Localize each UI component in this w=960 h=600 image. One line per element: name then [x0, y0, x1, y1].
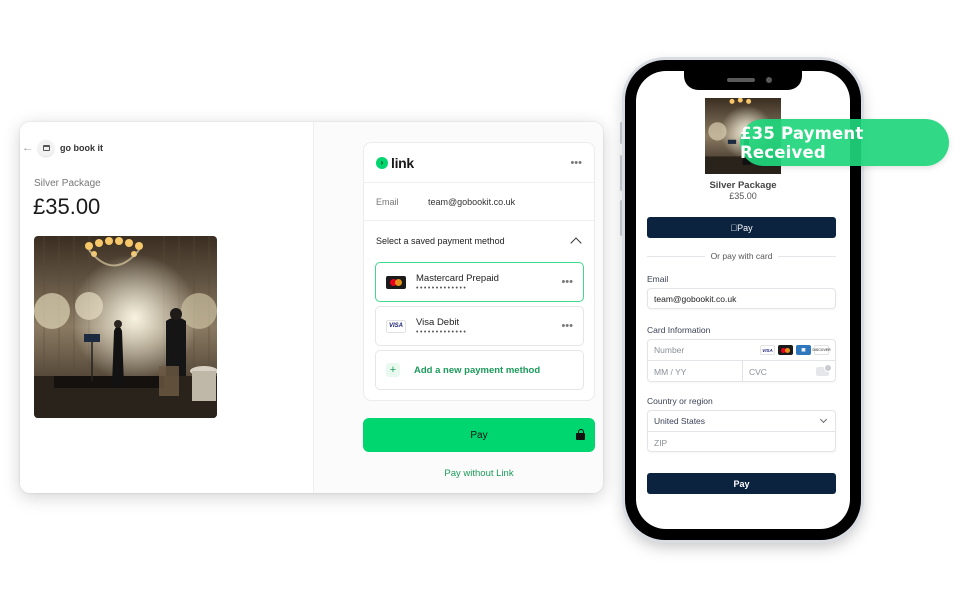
email-label: Email [376, 196, 399, 207]
phone-mute-switch [620, 122, 623, 144]
payment-received-badge: £35 Payment Received [740, 119, 949, 166]
email-value: team@gobookit.co.uk [428, 196, 516, 207]
mastercard-icon [778, 345, 793, 355]
address-group: United States ZIP [647, 410, 836, 452]
discover-icon: DISCOVER [812, 345, 831, 355]
lock-icon [576, 429, 585, 440]
add-payment-method-button[interactable]: + Add a new payment method [375, 350, 584, 390]
visa-icon: VISA [386, 319, 406, 333]
phone-volume-up [620, 155, 623, 191]
card-number-mask: ••••••••••••• [416, 328, 468, 336]
saved-methods-toggle[interactable]: Select a saved payment method [364, 221, 594, 261]
mobile-email-input[interactable]: team@gobookit.co.uk [647, 288, 836, 309]
link-payment-card: › link ••• Email team@gobookit.co.uk Sel… [363, 142, 595, 401]
cvc-placeholder: CVC [749, 366, 767, 377]
merchant-name[interactable]: go book it [60, 143, 103, 153]
more-options-icon[interactable]: ••• [561, 320, 573, 332]
phone-notch [684, 71, 802, 90]
country-value: United States [654, 416, 706, 426]
phone-volume-down [620, 200, 623, 236]
product-name: Silver Package [34, 178, 101, 189]
card-number-placeholder: Number [654, 345, 685, 355]
payment-pane: › link ••• Email team@gobookit.co.uk Sel… [313, 122, 603, 493]
order-summary-pane: ← go book it Silver Package £35.00 [20, 122, 313, 493]
saved-methods-title: Select a saved payment method [376, 236, 505, 246]
chevron-down-icon [819, 415, 828, 424]
desktop-checkout-window: ← go book it Silver Package £35.00 › lin… [20, 122, 603, 493]
amex-icon: ▣ [796, 345, 811, 355]
expiry-placeholder: MM / YY [654, 366, 687, 377]
email-row: Email team@gobookit.co.uk [364, 183, 594, 221]
cvc-input[interactable]: CVC [743, 361, 835, 382]
visa-icon: VISA [760, 345, 775, 355]
zip-input[interactable]: ZIP [648, 432, 835, 453]
mastercard-icon [386, 275, 406, 289]
expiry-input[interactable]: MM / YY [648, 361, 743, 382]
product-image [34, 236, 217, 418]
mobile-product-name: Silver Package [709, 180, 777, 191]
card-brands: VISA ▣ DISCOVER [760, 345, 831, 355]
card-info-label: Card Information [647, 325, 711, 335]
more-options-icon[interactable]: ••• [561, 276, 573, 288]
product-price: £35.00 [33, 194, 101, 219]
merchant-header: ← go book it [22, 140, 103, 156]
link-logo-text: link [391, 154, 414, 171]
card-info-group: Number VISA ▣ DISCOVER MM / YY CVC [647, 339, 836, 382]
cvc-card-icon [816, 364, 832, 376]
divider-text: Or pay with card [710, 251, 773, 261]
speaker-icon [727, 78, 755, 82]
link-menu-icon[interactable]: ••• [570, 157, 582, 169]
pay-button-label: Pay [470, 429, 488, 441]
link-chevron-icon: › [376, 156, 388, 169]
country-select[interactable]: United States [648, 411, 835, 432]
payment-method-name: Mastercard Prepaid [416, 272, 499, 284]
back-arrow-icon[interactable]: ← [22, 142, 33, 154]
merchant-logo-icon [38, 140, 54, 156]
mobile-email-label: Email [647, 274, 669, 284]
add-payment-method-label: Add a new payment method [414, 364, 541, 376]
apple-logo-icon:  [730, 223, 737, 233]
zip-placeholder: ZIP [654, 437, 668, 448]
chevron-up-icon[interactable] [570, 237, 582, 249]
link-header: › link ••• [364, 143, 594, 183]
pay-without-link-link[interactable]: Pay without Link [363, 468, 595, 479]
country-label: Country or region [647, 396, 713, 406]
camera-icon [766, 77, 772, 83]
plus-icon: + [386, 363, 400, 377]
phone-power-button [861, 160, 864, 220]
pay-with-card-divider: Or pay with card [647, 251, 837, 261]
payment-received-text: £35 Payment Received [740, 123, 864, 162]
payment-method-mastercard[interactable]: Mastercard Prepaid ••••••••••••• ••• [375, 262, 584, 302]
event-photo-illustration [34, 236, 217, 418]
link-logo: › link [376, 155, 414, 171]
mobile-product-price: £35.00 [729, 191, 757, 201]
apple-pay-button[interactable]:  Pay [647, 217, 836, 238]
mobile-pay-button[interactable]: Pay [647, 473, 836, 494]
card-number-input[interactable]: Number VISA ▣ DISCOVER [648, 340, 835, 361]
payment-method-visa[interactable]: VISA Visa Debit ••••••••••••• ••• [375, 306, 584, 346]
apple-pay-label: Pay [733, 222, 753, 233]
pay-button[interactable]: Pay [363, 418, 595, 452]
card-number-mask: ••••••••••••• [416, 284, 468, 292]
payment-method-name: Visa Debit [416, 316, 460, 328]
